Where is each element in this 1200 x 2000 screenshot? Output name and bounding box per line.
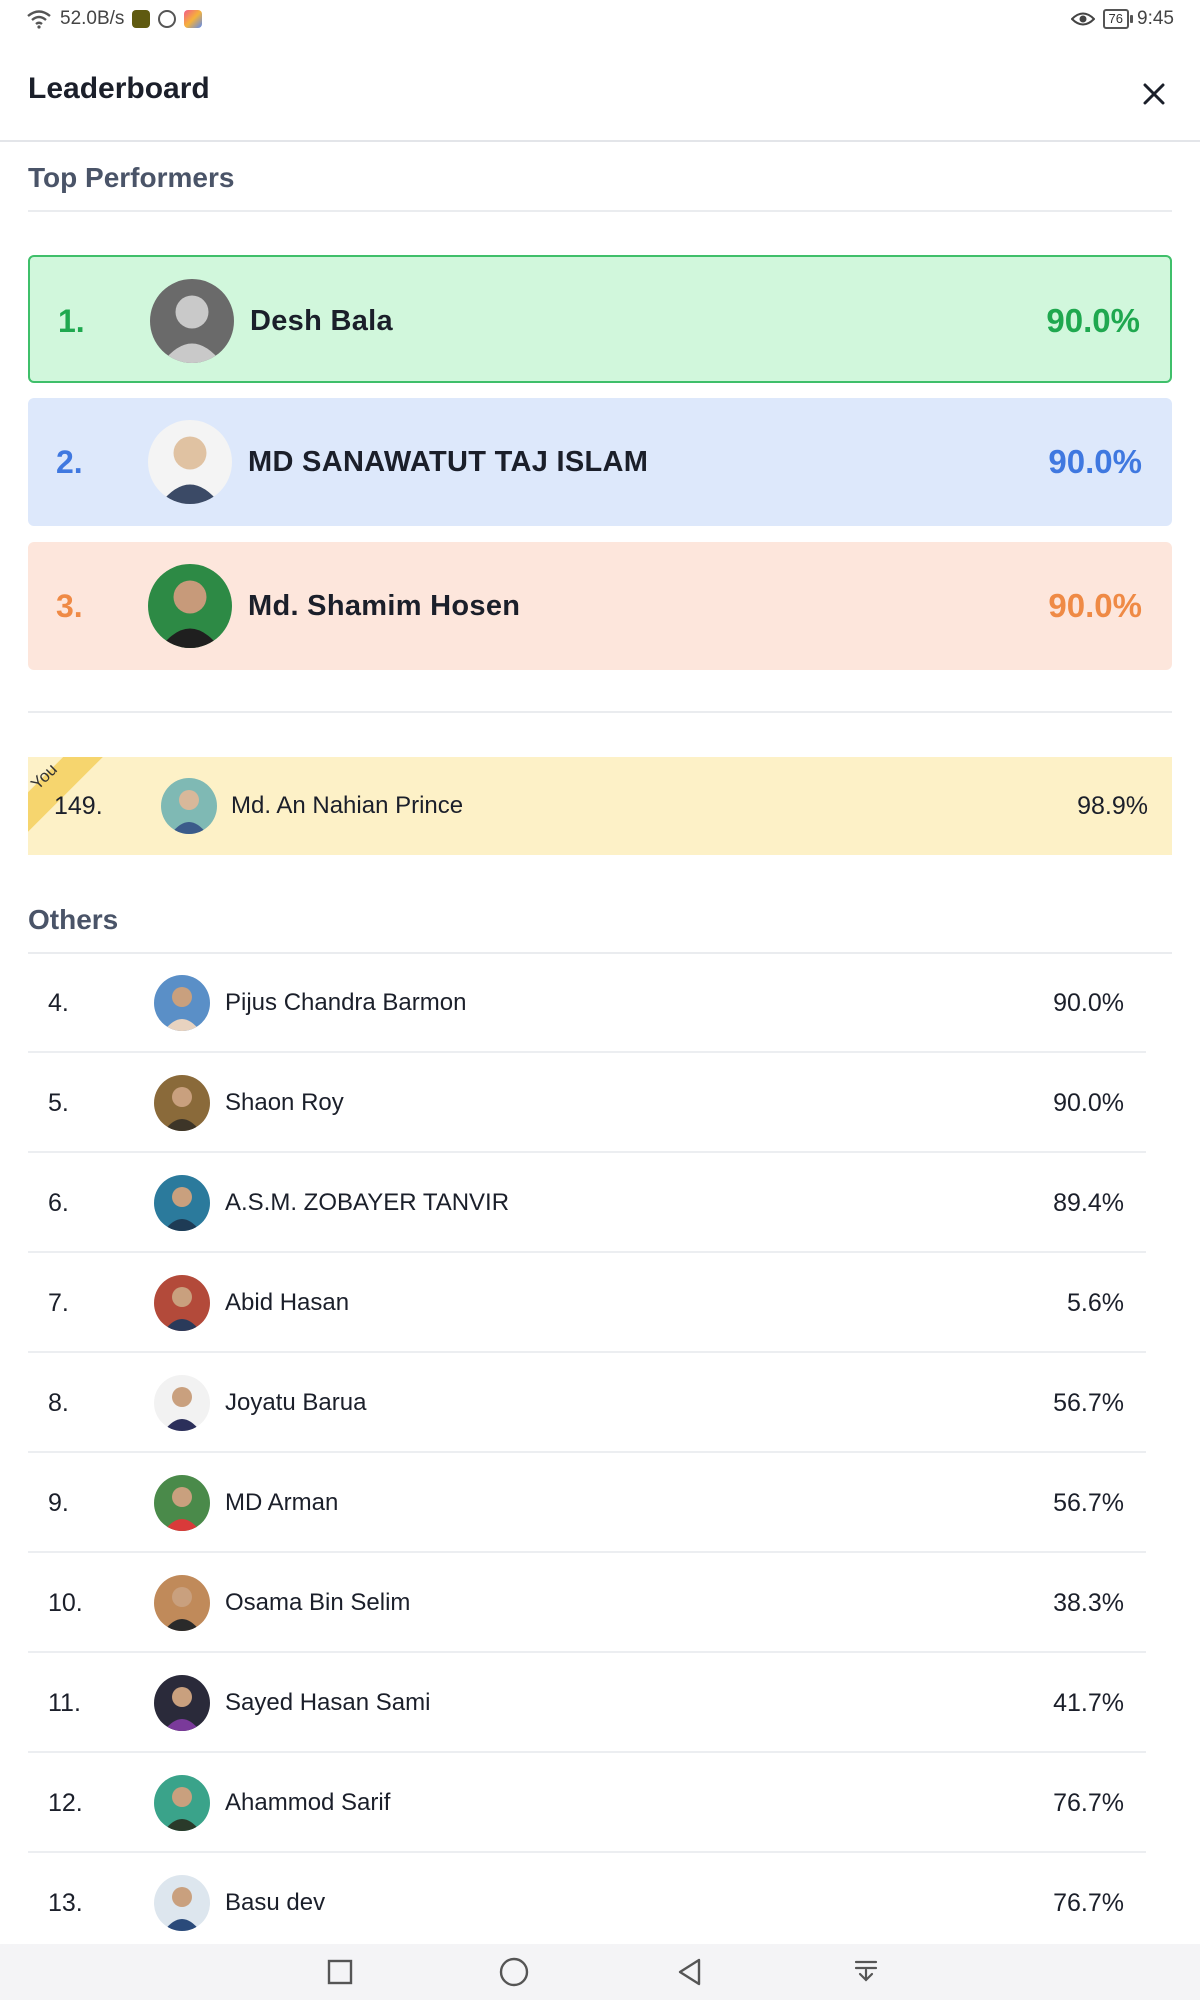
close-icon [1143, 83, 1165, 105]
score: 90.0% [1053, 1089, 1124, 1117]
avatar [154, 1775, 210, 1831]
score: 56.7% [1053, 1489, 1124, 1517]
score: 90.0% [1046, 302, 1140, 339]
home-button[interactable] [494, 1952, 534, 1992]
player-name: Abid Hasan [225, 1289, 350, 1316]
player-name: Md. Shamim Hosen [248, 590, 521, 622]
wifi-icon [27, 10, 51, 29]
top-performers-title: Top Performers [28, 162, 235, 193]
rank: 7. [48, 1289, 69, 1317]
top-performer-1[interactable]: 1. Desh Bala 90.0% [28, 255, 1172, 383]
divider [28, 711, 1172, 713]
score: 89.4% [1053, 1189, 1124, 1217]
player-name: Shaon Roy [225, 1089, 344, 1116]
score: 90.0% [1053, 989, 1124, 1017]
player-name: Pijus Chandra Barmon [225, 989, 467, 1016]
rank: 2. [56, 444, 83, 480]
score: 38.3% [1053, 1589, 1124, 1617]
app-icon [184, 10, 203, 28]
score: 98.9% [1077, 792, 1148, 820]
list-item[interactable]: 10. Osama Bin Selim 38.3% [28, 1553, 1146, 1653]
system-nav-bar [0, 1944, 1200, 2000]
divider [28, 210, 1172, 212]
avatar [148, 420, 232, 504]
avatar [154, 1875, 210, 1931]
avatar [154, 1375, 210, 1431]
avatar [154, 975, 210, 1031]
rank: 9. [48, 1489, 69, 1517]
avatar [154, 1075, 210, 1131]
pull-down-icon [854, 1960, 878, 1982]
score: 76.7% [1053, 1789, 1124, 1817]
score: 5.6% [1067, 1289, 1124, 1317]
rank: 8. [48, 1389, 69, 1417]
list-item[interactable]: 5. Shaon Roy 90.0% [28, 1053, 1146, 1153]
rank: 6. [48, 1189, 69, 1217]
close-button[interactable] [1128, 68, 1180, 120]
eye-icon [1070, 12, 1095, 26]
clock: 9:45 [1137, 8, 1174, 29]
notification-shade-button[interactable] [846, 1952, 886, 1992]
player-name: Basu dev [225, 1889, 326, 1916]
rank: 5. [48, 1089, 69, 1117]
current-user-row[interactable]: You 149. Md. An Nahian Prince 98.9% [28, 757, 1172, 855]
status-left: 52.0B/s [26, 8, 203, 30]
recents-button[interactable] [320, 1952, 360, 1992]
status-right: 76 9:45 [1070, 8, 1174, 30]
avatar [150, 279, 234, 363]
score: 76.7% [1053, 1889, 1124, 1917]
rank: 3. [56, 588, 83, 624]
score: 90.0% [1048, 587, 1142, 624]
list-item[interactable]: 4. Pijus Chandra Barmon 90.0% [28, 953, 1146, 1053]
battery-indicator: 76 [1102, 9, 1134, 29]
rank: 149. [54, 792, 103, 820]
others-title: Others [28, 904, 119, 935]
app-notification-icon [132, 10, 151, 28]
top-performer-3[interactable]: 3. Md. Shamim Hosen 90.0% [28, 542, 1172, 670]
list-item[interactable]: 6. A.S.M. ZOBAYER TANVIR 89.4% [28, 1153, 1146, 1253]
player-name: Ahammod Sarif [225, 1789, 391, 1816]
back-button[interactable] [670, 1952, 710, 1992]
player-name: Sayed Hasan Sami [225, 1689, 431, 1716]
rank: 4. [48, 989, 69, 1017]
circle-icon [499, 1957, 529, 1987]
rank: 11. [48, 1689, 81, 1717]
square-icon [327, 1959, 353, 1985]
rank: 13. [48, 1889, 83, 1917]
score: 90.0% [1048, 443, 1142, 480]
page-title: Leaderboard [28, 72, 210, 105]
player-name: MD Arman [225, 1489, 339, 1516]
player-name: MD SANAWATUT TAJ ISLAM [248, 446, 649, 478]
back-triangle-icon [678, 1958, 701, 1986]
others-list: 4. Pijus Chandra Barmon 90.0% 5. Shaon Roy 90… [28, 953, 1146, 1953]
avatar [154, 1675, 210, 1731]
player-name: Osama Bin Selim [225, 1589, 411, 1616]
rank: 12. [48, 1789, 83, 1817]
avatar [154, 1275, 210, 1331]
avatar [154, 1575, 210, 1631]
score: 41.7% [1053, 1689, 1124, 1717]
list-item[interactable]: 13. Basu dev 76.7% [28, 1853, 1146, 1953]
rank: 1. [58, 303, 85, 339]
list-item[interactable]: 12. Ahammod Sarif 76.7% [28, 1753, 1146, 1853]
avatar [154, 1175, 210, 1231]
rank: 10. [48, 1589, 83, 1617]
list-item[interactable]: 11. Sayed Hasan Sami 41.7% [28, 1653, 1146, 1753]
avatar [154, 1475, 210, 1531]
network-speed: 52.0B/s [60, 8, 125, 29]
player-name: A.S.M. ZOBAYER TANVIR [225, 1189, 510, 1216]
avatar [148, 564, 232, 648]
top-performer-2[interactable]: 2. MD SANAWATUT TAJ ISLAM 90.0% [28, 398, 1172, 526]
player-name: Md. An Nahian Prince [231, 792, 464, 819]
avatar [161, 778, 217, 834]
player-name: Joyatu Barua [225, 1389, 367, 1416]
list-item[interactable]: 8. Joyatu Barua 56.7% [28, 1353, 1146, 1453]
leaderboard-header: Leaderboard [0, 52, 1200, 142]
score: 56.7% [1053, 1389, 1124, 1417]
status-bar: 52.0B/s 76 9:45 [0, 0, 1200, 44]
player-name: Desh Bala [250, 305, 393, 337]
list-item[interactable]: 7. Abid Hasan 5.6% [28, 1253, 1146, 1353]
list-item[interactable]: 9. MD Arman 56.7% [28, 1453, 1146, 1553]
download-icon [158, 10, 177, 28]
